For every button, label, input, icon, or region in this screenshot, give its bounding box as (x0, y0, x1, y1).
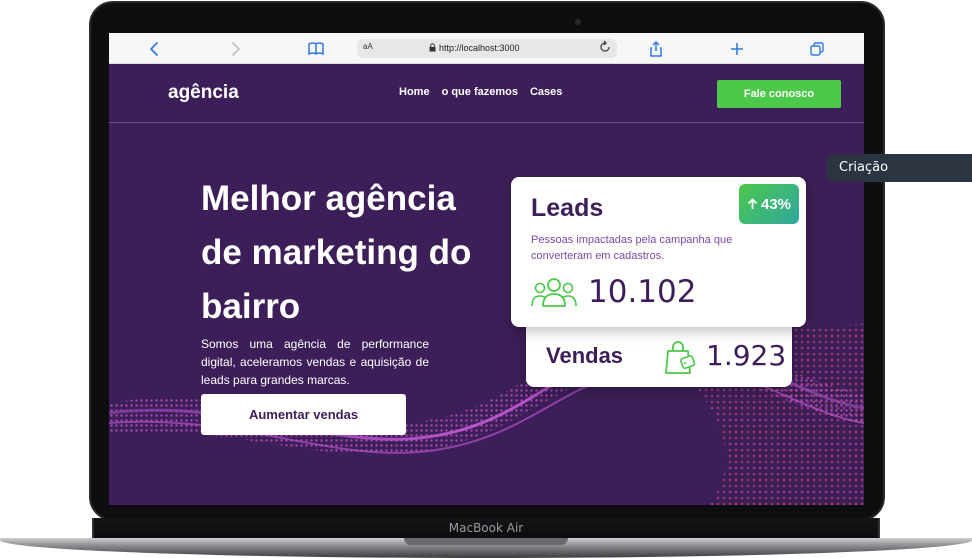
criacao-tooltip: Criação (827, 154, 972, 182)
growth-badge: 43% (739, 184, 799, 224)
leads-value: 10.102 (588, 274, 697, 310)
hero-title: Melhor agência de marketing do bairro (201, 179, 472, 326)
main-nav: Home o que fazemos Cases (399, 86, 562, 98)
users-group-icon (531, 278, 577, 307)
book-icon[interactable] (306, 39, 326, 59)
aumentar-vendas-button[interactable]: Aumentar vendas (201, 394, 406, 435)
nav-link-cases[interactable]: Cases (530, 86, 562, 98)
tabs-icon[interactable] (807, 39, 827, 59)
fale-conosco-button[interactable]: Fale conosco (717, 80, 841, 108)
hero-description: Somos uma agência de performance digital… (201, 337, 429, 387)
shopping-bag-icon (665, 341, 696, 374)
laptop-base: MacBook Air (0, 518, 972, 558)
camera (575, 19, 581, 25)
growth-badge-value: 43% (760, 195, 792, 213)
stage: aA http://localhost:3000 agência Home o … (0, 0, 972, 558)
url-text: http://localhost:3000 (439, 43, 520, 53)
vendas-title: Vendas (546, 343, 624, 368)
vendas-card: Vendas 1.923 (526, 327, 792, 387)
leads-card: Leads 43% Pessoas impactadas pela campan… (511, 177, 806, 327)
nav-link-o-que-fazemos[interactable]: o que fazemos (442, 86, 518, 98)
back-icon[interactable] (145, 39, 165, 59)
screen: aA http://localhost:3000 agência Home o … (109, 33, 864, 505)
nav-link-home[interactable]: Home (399, 86, 430, 98)
url-bar[interactable]: aA http://localhost:3000 (357, 39, 617, 58)
site-header: agência Home o que fazemos Cases Fale co… (109, 64, 864, 123)
reader-mode-button[interactable]: aA (363, 42, 373, 51)
lock-icon (429, 43, 436, 52)
browser-toolbar: aA http://localhost:3000 (109, 33, 864, 64)
vendas-value: 1.923 (706, 339, 787, 372)
device-label: MacBook Air (448, 521, 524, 535)
leads-title: Leads (531, 194, 604, 222)
leads-subtitle: Pessoas impactadas pela campanha que con… (531, 234, 733, 262)
reload-icon[interactable] (599, 40, 611, 57)
share-icon[interactable] (646, 39, 666, 59)
arrow-up-icon (747, 198, 758, 209)
forward-icon[interactable] (225, 39, 245, 59)
laptop-notch (404, 538, 568, 545)
site-logo[interactable]: agência (168, 82, 239, 104)
laptop-hinge: MacBook Air (92, 518, 880, 539)
plus-icon[interactable] (727, 39, 747, 59)
